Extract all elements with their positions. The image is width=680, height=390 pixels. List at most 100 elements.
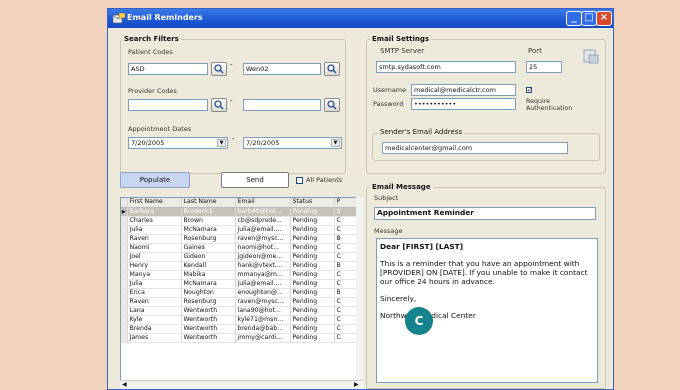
populate-button[interactable]: Populate — [120, 172, 190, 188]
table-cell[interactable]: Broderick — [181, 207, 236, 217]
table-cell[interactable]: Pending — [290, 234, 335, 244]
table-cell[interactable]: Gideon — [181, 252, 236, 262]
require-auth-checkbox[interactable]: ✓ — [526, 87, 532, 94]
table-cell[interactable]: McNamara — [181, 279, 236, 289]
smtp-server-field[interactable]: smtp.sydasoft.com — [376, 61, 516, 73]
table-cell[interactable]: jgideon@me... — [235, 252, 291, 262]
all-patients-checkbox[interactable] — [296, 177, 303, 184]
table-cell[interactable]: Noughton — [181, 288, 236, 298]
sender-email-field[interactable]: medicalcenter@gmail.com — [382, 142, 568, 154]
table-cell[interactable]: Julia — [127, 279, 182, 289]
provider-code-to-field[interactable] — [243, 99, 321, 111]
table-cell[interactable]: Kyle — [127, 315, 182, 325]
table-cell[interactable]: naomi@hot... — [235, 243, 291, 253]
table-cell[interactable]: Rosenburg — [181, 234, 236, 244]
table-cell[interactable]: jmmy@cardi... — [235, 333, 291, 343]
table-cell[interactable]: hank@vtext.... — [235, 261, 291, 271]
table-cell[interactable]: julia@email.... — [235, 225, 291, 235]
table-cell[interactable]: Erica — [127, 288, 182, 298]
scroll-left-icon[interactable]: ◀ — [122, 381, 127, 388]
provider-from-search-button[interactable] — [211, 98, 227, 112]
table-cell[interactable]: Rosenburg — [181, 297, 236, 307]
password-field[interactable]: ••••••••••• — [411, 98, 516, 110]
minimize-button[interactable]: _ — [566, 11, 582, 26]
table-cell[interactable]: James — [127, 333, 182, 343]
table-cell[interactable]: Pending — [290, 225, 335, 235]
username-field[interactable]: medical@medicalctr.com — [411, 84, 516, 96]
table-cell[interactable]: Pending — [290, 297, 335, 307]
table-row[interactable]: Brenda Wentworth brenda@bab... Pending C — [121, 324, 362, 334]
table-cell[interactable]: Pending — [290, 252, 335, 262]
table-cell[interactable]: Henry — [127, 261, 182, 271]
subject-field[interactable]: Appointment Reminder — [374, 207, 596, 220]
table-cell[interactable]: Wentworth — [181, 306, 236, 316]
scroll-right-icon[interactable]: ▶ — [354, 381, 359, 388]
table-cell[interactable]: barb49@hot... — [235, 207, 291, 217]
patient-code-to-field[interactable]: Wen02 — [243, 63, 321, 75]
patient-code-from-field[interactable]: ASD — [128, 63, 208, 75]
table-cell[interactable]: lana90@hot... — [235, 306, 291, 316]
column-header[interactable]: First Name — [127, 198, 182, 208]
table-cell[interactable]: Pending — [290, 306, 335, 316]
provider-to-search-button[interactable] — [324, 98, 340, 112]
provider-code-from-field[interactable] — [128, 99, 208, 111]
table-cell[interactable]: Manya — [127, 270, 182, 280]
table-row[interactable]: Raven Rosenburg raven@mysc... Pending B — [121, 234, 362, 244]
table-cell[interactable]: Brown — [181, 216, 236, 226]
table-cell[interactable]: Joel — [127, 252, 182, 262]
close-button[interactable]: × — [596, 11, 612, 26]
table-cell[interactable]: mmanya@m... — [235, 270, 291, 280]
table-row[interactable]: Julia McNamara julia@email.... Pending C — [121, 279, 362, 289]
table-row[interactable]: Erica Noughton enoughton@... Pending B — [121, 288, 362, 298]
table-cell[interactable]: cb@sdprode... — [235, 216, 291, 226]
table-row[interactable]: Manya Mabika mmanya@m... Pending C — [121, 270, 362, 280]
table-row[interactable]: ▶ Barbara Broderick barb49@hot... Pending S — [121, 207, 362, 217]
table-cell[interactable]: Barbara — [127, 207, 182, 217]
table-cell[interactable]: McNamara — [181, 225, 236, 235]
table-cell[interactable]: Pending — [290, 315, 335, 325]
table-cell[interactable]: Pending — [290, 333, 335, 343]
patient-to-search-button[interactable] — [324, 62, 340, 76]
table-cell[interactable]: enoughton@... — [235, 288, 291, 298]
email-settings-icon[interactable] — [582, 47, 600, 65]
patient-from-search-button[interactable] — [211, 62, 227, 76]
table-row[interactable]: Charles Brown cb@sdprode... Pending C — [121, 216, 362, 226]
table-cell[interactable]: Wentworth — [181, 315, 236, 325]
table-row[interactable]: James Wentworth jmmy@cardi... Pending C — [121, 333, 362, 343]
table-row[interactable]: Lana Wentworth lana90@hot... Pending C — [121, 306, 362, 316]
table-cell[interactable]: Kendall — [181, 261, 236, 271]
table-cell[interactable]: Mabika — [181, 270, 236, 280]
table-cell[interactable]: Pending — [290, 207, 335, 217]
table-row[interactable]: Kyle Wentworth kyle71@msn... Pending C — [121, 315, 362, 325]
table-cell[interactable]: raven@mysc... — [235, 234, 291, 244]
table-cell[interactable]: julia@email.... — [235, 279, 291, 289]
title-bar[interactable]: Email Reminders _ □ × — [108, 9, 613, 28]
table-cell[interactable]: Lana — [127, 306, 182, 316]
column-header[interactable]: Status — [290, 198, 335, 208]
date-from-picker[interactable]: 7/20/2005 ▼ — [128, 137, 228, 149]
maximize-button[interactable]: □ — [581, 11, 597, 26]
table-cell[interactable]: Wentworth — [181, 324, 236, 334]
table-cell[interactable]: kyle71@msn... — [235, 315, 291, 325]
table-cell[interactable]: Brenda — [127, 324, 182, 334]
grid-vertical-scrollbar[interactable] — [356, 197, 364, 381]
table-cell[interactable]: Pending — [290, 279, 335, 289]
table-row[interactable]: Henry Kendall hank@vtext.... Pending B — [121, 261, 362, 271]
column-header[interactable]: Email — [235, 198, 291, 208]
table-cell[interactable]: Pending — [290, 261, 335, 271]
chevron-down-icon[interactable]: ▼ — [217, 139, 226, 147]
table-cell[interactable]: Gaines — [181, 243, 236, 253]
chevron-down-icon[interactable]: ▼ — [331, 139, 340, 147]
table-cell[interactable]: Pending — [290, 243, 335, 253]
table-row[interactable]: Raven Rosenburg raven@mysc... Pending C — [121, 297, 362, 307]
table-cell[interactable]: Pending — [290, 216, 335, 226]
table-cell[interactable]: Pending — [290, 270, 335, 280]
column-header[interactable]: Last Name — [181, 198, 236, 208]
grid-horizontal-scrollbar[interactable]: ◀ ▶ — [120, 380, 364, 389]
table-cell[interactable]: brenda@bab... — [235, 324, 291, 334]
table-row[interactable]: Julia McNamara julia@email.... Pending C — [121, 225, 362, 235]
patients-grid[interactable]: First Name Last Name Email Status P ▶ Bar… — [120, 197, 364, 389]
send-button[interactable]: Send — [221, 172, 289, 188]
table-cell[interactable]: Pending — [290, 324, 335, 334]
table-cell[interactable]: Wentworth — [181, 333, 236, 343]
